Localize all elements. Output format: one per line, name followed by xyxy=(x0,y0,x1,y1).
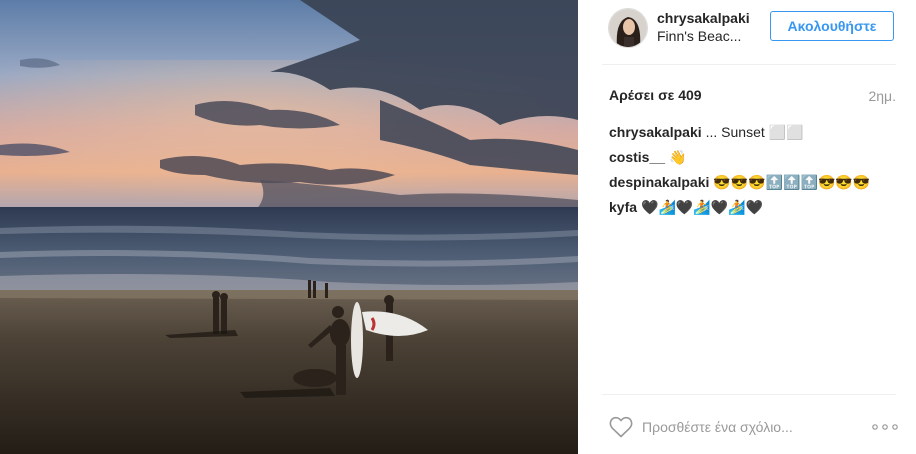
comment-username[interactable]: costis__ xyxy=(609,149,665,165)
comment-text: ... Sunset ⬜⬜ xyxy=(705,124,804,140)
location-link[interactable]: Finn's Beac... xyxy=(657,28,741,44)
username-link[interactable]: chrysakalpaki xyxy=(657,10,750,26)
heart-icon[interactable] xyxy=(609,416,633,438)
footer-divider xyxy=(602,394,896,395)
follow-button[interactable]: Ακολουθήστε xyxy=(770,11,894,41)
comment-username[interactable]: despinakalpaki xyxy=(609,174,709,190)
sunset-beach-image xyxy=(0,0,578,454)
comment-item: despinakalpaki 😎😎😎🔝🔝🔝😎😎😎 xyxy=(609,174,899,199)
likes-count[interactable]: Αρέσει σε 409 xyxy=(609,87,702,103)
post-header: chrysakalpaki Finn's Beac... Ακολουθήστε xyxy=(578,0,916,64)
comment-text: 😎😎😎🔝🔝🔝😎😎😎 xyxy=(713,174,871,190)
instagram-post: chrysakalpaki Finn's Beac... Ακολουθήστε… xyxy=(0,0,916,454)
comment-list: chrysakalpaki... Sunset ⬜⬜ costis__ 👋 des… xyxy=(609,124,899,224)
header-divider xyxy=(602,64,896,65)
comment-username[interactable]: chrysakalpaki xyxy=(609,124,702,140)
comment-item: chrysakalpaki... Sunset ⬜⬜ xyxy=(609,124,899,149)
avatar[interactable] xyxy=(608,8,648,48)
more-options-icon[interactable] xyxy=(872,424,898,430)
post-sidebar: chrysakalpaki Finn's Beac... Ακολουθήστε… xyxy=(578,0,916,454)
comment-input[interactable] xyxy=(642,416,862,438)
comment-item: kyfa 🖤🏄🖤🏄🖤🏄🖤 xyxy=(609,199,899,224)
add-comment-section xyxy=(578,406,916,454)
comment-username[interactable]: kyfa xyxy=(609,199,637,215)
post-timestamp[interactable]: 2ημ. xyxy=(868,88,896,104)
avatar-image xyxy=(609,9,647,47)
comment-item: costis__ 👋 xyxy=(609,149,899,174)
post-photo[interactable] xyxy=(0,0,578,454)
comment-text: 🖤🏄🖤🏄🖤🏄🖤 xyxy=(641,199,764,215)
comment-text: 👋 xyxy=(669,149,687,165)
